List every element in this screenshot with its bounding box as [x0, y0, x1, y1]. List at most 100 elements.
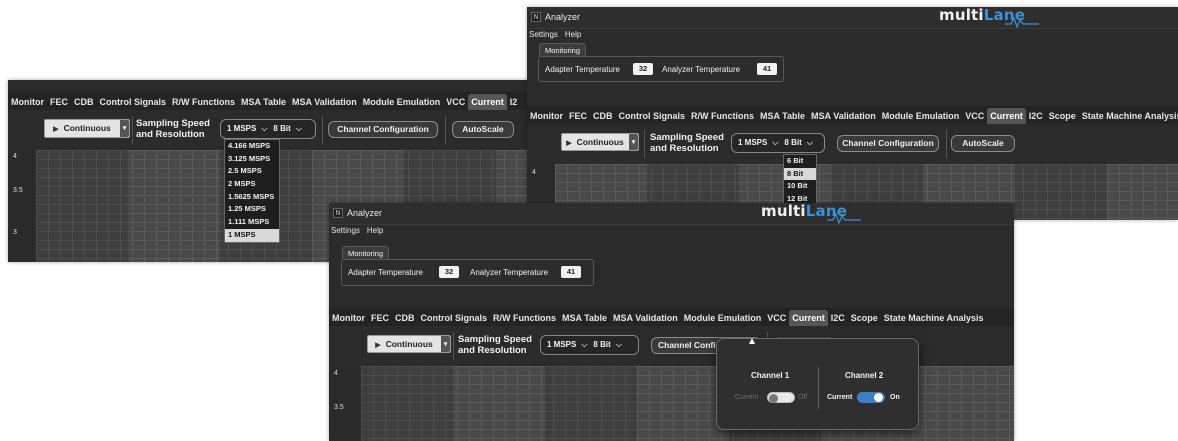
tab-cdb[interactable]: CDB — [590, 108, 616, 125]
grid-band — [36, 150, 128, 262]
speed-option[interactable]: 1.111 MSPS — [225, 216, 279, 229]
tab-scope[interactable]: Scope — [848, 310, 881, 327]
tab-module-emulation[interactable]: Module Emulation — [681, 310, 765, 327]
title-bar: N Analyzer multiLane — [527, 7, 1178, 29]
tab-state-machine-analysis[interactable]: State Machine Analysis — [881, 310, 987, 327]
tab-msa-validation[interactable]: MSA Validation — [808, 108, 879, 125]
tab-msa-table[interactable]: MSA Table — [757, 108, 808, 125]
continuous-button[interactable]: ▶ Continuous ▾ — [367, 335, 451, 353]
chevron-down-icon[interactable]: ▾ — [120, 120, 129, 137]
bits-value: 8 Bit — [593, 340, 611, 349]
monitoring-label: Monitoring — [539, 43, 587, 56]
autoscale-button[interactable]: AutoScale — [951, 135, 1015, 152]
tab-i2c[interactable]: I2 — [507, 94, 521, 111]
tab-current[interactable]: Current — [789, 310, 828, 327]
tab-rw-functions[interactable]: R/W Functions — [169, 94, 238, 111]
ssr-line-1: Sampling Speed — [458, 334, 532, 345]
tab-module-emulation[interactable]: Module Emulation — [360, 94, 444, 111]
tab-msa-table[interactable]: MSA Table — [559, 310, 610, 327]
tab-msa-validation[interactable]: MSA Validation — [610, 310, 681, 327]
tab-vcc[interactable]: VCC — [764, 310, 789, 327]
tab-msa-table[interactable]: MSA Table — [238, 94, 289, 111]
tab-scope[interactable]: Scope — [1046, 108, 1079, 125]
bit-option[interactable]: 6 Bit — [784, 155, 816, 168]
y-tick-label: 3 — [13, 229, 17, 236]
menu-settings[interactable]: Settings — [529, 30, 558, 39]
tab-fec[interactable]: FEC — [47, 94, 71, 111]
y-tick-label: 3.5 — [13, 187, 23, 194]
tab-rw-functions[interactable]: R/W Functions — [688, 108, 757, 125]
continuous-label: Continuous — [385, 339, 433, 349]
speed-option[interactable]: 1.5625 MSPS — [225, 191, 279, 204]
app-title: Analyzer — [545, 12, 581, 22]
speed-option[interactable]: 4.166 MSPS — [225, 140, 279, 153]
bit-option[interactable]: 10 Bit — [784, 180, 816, 193]
tab-rw-functions[interactable]: R/W Functions — [490, 310, 559, 327]
tab-i2c[interactable]: I2C — [1026, 108, 1046, 125]
speed-resolution-select[interactable]: 1 MSPS ⌵ 8 Bit ⌵ — [731, 133, 825, 153]
tab-current[interactable]: Current — [468, 94, 507, 111]
grid-band — [545, 366, 637, 441]
channel-1-off-label: Off — [798, 394, 808, 401]
continuous-button[interactable]: ▶ Continuous ▾ — [561, 133, 639, 151]
chevron-down-icon: ⌵ — [806, 138, 813, 147]
menu-settings[interactable]: Settings — [331, 226, 360, 235]
multilane-logo: multiLane — [939, 7, 1039, 28]
logo-text: multi — [939, 7, 984, 24]
speed-value: 1 MSPS — [547, 340, 577, 349]
channel-config-label: Channel Config — [658, 340, 721, 350]
y-tick-label: 3.5 — [334, 404, 344, 411]
tab-state-machine-analysis[interactable]: State Machine Analysis — [1079, 108, 1178, 125]
ssr-line-2: and Resolution — [458, 345, 527, 356]
tab-control-signals[interactable]: Control Signals — [418, 310, 491, 327]
tab-cdb[interactable]: CDB — [392, 310, 418, 327]
bit-option-selected[interactable]: 8 Bit — [784, 167, 816, 181]
chevron-down-icon: ⌵ — [615, 340, 622, 349]
monitoring-group: Adapter Temperature 32 Analyzer Temperat… — [341, 259, 594, 286]
wave-icon — [827, 212, 861, 224]
y-tick-label: 4 — [532, 169, 536, 176]
tab-fec[interactable]: FEC — [368, 310, 392, 327]
tab-vcc[interactable]: VCC — [443, 94, 468, 111]
toolbar-divider — [946, 130, 947, 158]
tab-control-signals[interactable]: Control Signals — [97, 94, 170, 111]
tab-i2c[interactable]: I2C — [828, 310, 848, 327]
speed-resolution-select[interactable]: 1 MSPS ⌵ 8 Bit ⌵ — [220, 119, 316, 139]
sampling-speed-label: Sampling Speed and Resolution — [136, 118, 210, 140]
speed-option[interactable]: 2 MSPS — [225, 178, 279, 191]
channel-2-toggle[interactable] — [857, 392, 885, 403]
chevron-down-icon: ⌵ — [581, 340, 588, 349]
logo-text: multi — [761, 203, 806, 220]
continuous-button[interactable]: ▶ Continuous ▾ — [44, 119, 130, 138]
chevron-down-icon[interactable]: ▾ — [629, 134, 638, 150]
menu-help[interactable]: Help — [565, 30, 581, 39]
chevron-down-icon[interactable]: ▾ — [441, 336, 450, 352]
speed-resolution-select[interactable]: 1 MSPS ⌵ 8 Bit ⌵ — [540, 335, 639, 355]
tab-control-signals[interactable]: Control Signals — [616, 108, 689, 125]
tab-current[interactable]: Current — [987, 108, 1026, 125]
channel-divider — [818, 367, 819, 409]
adapter-temperature-label: Adapter Temperature — [545, 65, 621, 74]
tab-monitor[interactable]: Monitor — [329, 310, 368, 327]
tab-fec[interactable]: FEC — [566, 108, 590, 125]
autoscale-button[interactable]: AutoScale — [452, 121, 514, 138]
speed-option[interactable]: 2.5 MSPS — [225, 165, 279, 178]
speed-option-selected[interactable]: 1 MSPS — [225, 228, 279, 242]
toggle-knob — [769, 394, 778, 403]
speed-option[interactable]: 1.25 MSPS — [225, 203, 279, 216]
tab-module-emulation[interactable]: Module Emulation — [879, 108, 963, 125]
tab-msa-validation[interactable]: MSA Validation — [289, 94, 360, 111]
tab-vcc[interactable]: VCC — [962, 108, 987, 125]
speed-option[interactable]: 3.125 MSPS — [225, 153, 279, 166]
adapter-temperature-label: Adapter Temperature — [348, 268, 424, 277]
chevron-down-icon: ⌵ — [772, 138, 779, 147]
sampling-speed-label: Sampling Speed and Resolution — [650, 132, 724, 154]
tab-monitor[interactable]: Monitor — [527, 108, 566, 125]
channel-configuration-button[interactable]: Channel Configuration — [328, 121, 438, 138]
tab-cdb[interactable]: CDB — [71, 94, 97, 111]
channel-configuration-button[interactable]: Channel Configuration — [837, 135, 939, 152]
menu-bar: Settings Help — [527, 30, 586, 42]
menu-help[interactable]: Help — [367, 226, 383, 235]
tab-monitor[interactable]: Monitor — [8, 94, 47, 111]
channel-1-toggle[interactable] — [767, 392, 795, 403]
